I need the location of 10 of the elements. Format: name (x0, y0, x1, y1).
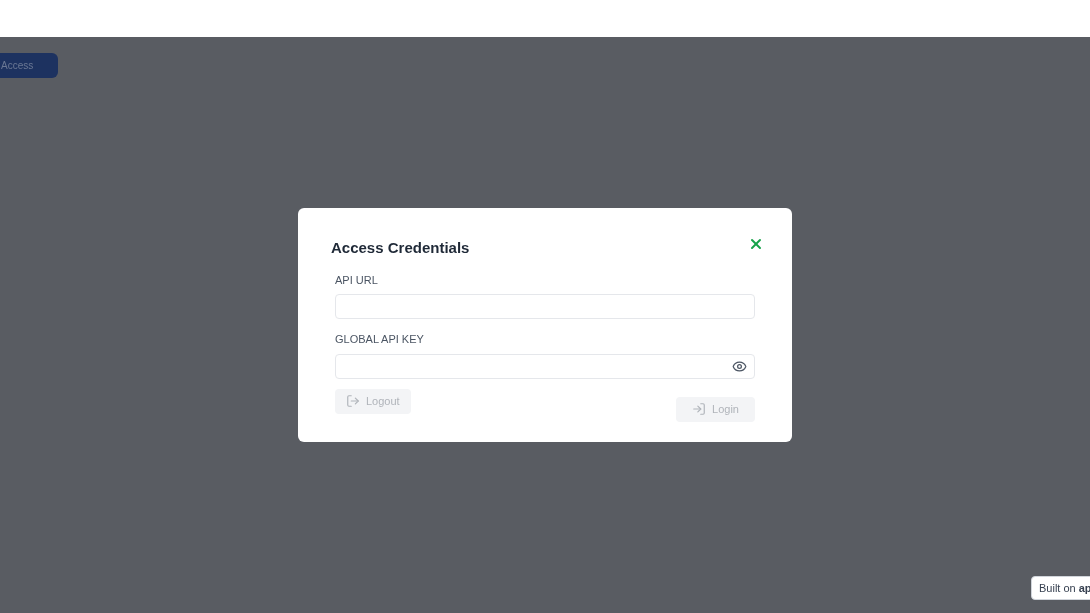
close-button[interactable] (748, 236, 764, 252)
field-label: GLOBAL API KEY (335, 332, 425, 347)
input-field[interactable] (335, 353, 755, 379)
field-label: API URL (335, 272, 379, 288)
input-field[interactable] (335, 294, 755, 319)
dialog-title: Access Credentials (331, 238, 470, 258)
enter-icon (692, 402, 707, 416)
access-button[interactable]: Access (0, 53, 58, 78)
eye-icon[interactable] (732, 358, 747, 374)
exit-icon (346, 394, 360, 408)
